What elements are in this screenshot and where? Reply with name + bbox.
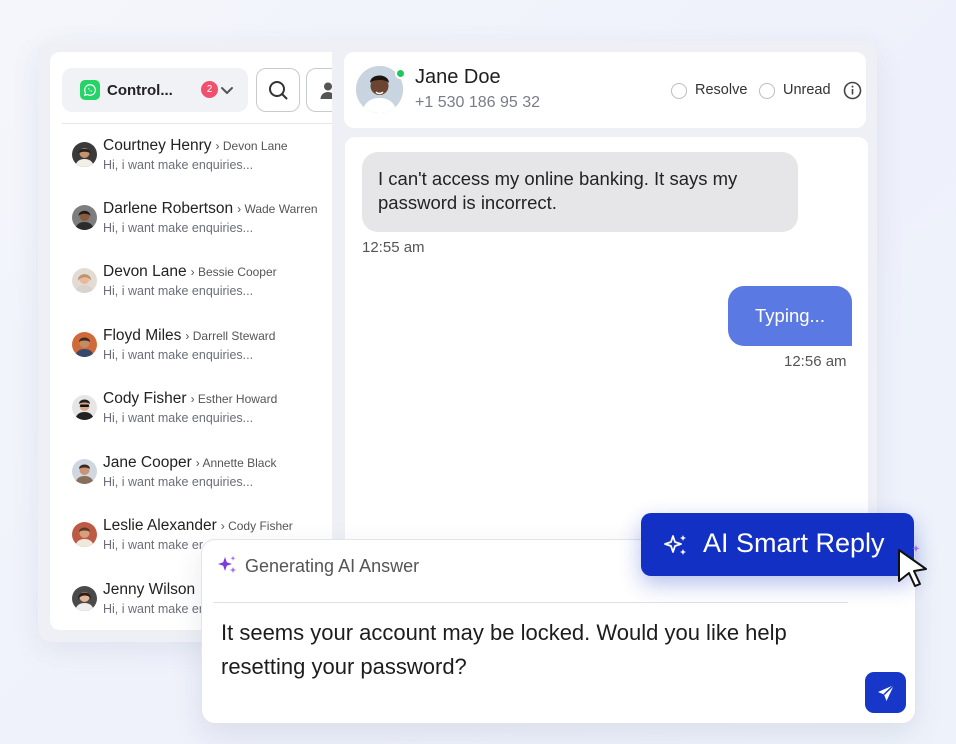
avatar <box>72 205 97 230</box>
whatsapp-icon <box>80 80 100 100</box>
online-status-indicator <box>395 68 406 79</box>
unread-count-badge: 2 <box>201 81 218 98</box>
sparkle-icon <box>215 554 239 578</box>
assignee-label: › Bessie Cooper <box>190 265 277 279</box>
resolve-label[interactable]: Resolve <box>695 82 747 98</box>
resolve-radio[interactable] <box>671 83 687 99</box>
outgoing-message-bubble: Typing... <box>728 286 852 346</box>
ai-smart-reply-button[interactable]: AI Smart Reply <box>641 513 914 576</box>
assignee-label: › Wade Warren <box>237 202 318 216</box>
contact-phone: +1 530 186 95 32 <box>415 94 541 111</box>
conversation-item[interactable]: Floyd Miles › Darrell Steward Hi, i want … <box>72 327 332 377</box>
message-preview: Hi, i want make enquiries... <box>103 348 254 362</box>
conversation-item[interactable]: Devon Lane › Bessie Cooper Hi, i want mak… <box>72 263 332 313</box>
message-preview: Hi, i want make enquiries... <box>103 411 254 425</box>
message-preview: Hi, i want make enquiries... <box>103 284 254 298</box>
message-timestamp: 12:56 am <box>784 353 847 370</box>
message-preview: Hi, i want make enquiries... <box>103 158 254 172</box>
send-button[interactable] <box>865 672 906 713</box>
incoming-message-bubble: I can't access my online banking. It say… <box>362 152 798 232</box>
reply-text-field[interactable]: It seems your account may be locked. Wou… <box>221 616 861 684</box>
conversation-item[interactable]: Courtney Henry › Devon Lane Hi, i want ma… <box>72 137 332 187</box>
search-icon <box>269 81 288 100</box>
contact-name: Leslie Alexander <box>103 517 217 534</box>
contact-name: Jenny Wilson <box>103 581 196 598</box>
user-filter-button[interactable] <box>306 68 332 112</box>
unread-radio[interactable] <box>759 83 775 99</box>
message-preview: Hi, i want make enquiries... <box>103 221 254 235</box>
conversation-item[interactable]: Cody Fisher › Esther Howard Hi, i want ma… <box>72 390 332 440</box>
conversation-item[interactable]: Darlene Robertson › Wade Warren Hi, i wan… <box>72 200 332 250</box>
sparkle-icon <box>663 532 689 558</box>
composer-divider <box>213 602 848 603</box>
unread-label[interactable]: Unread <box>783 82 831 98</box>
avatar <box>72 142 97 167</box>
avatar <box>72 459 97 484</box>
assignee-label: › Annette Black <box>195 456 277 470</box>
chevron-down-icon[interactable] <box>218 81 236 99</box>
assignee-label: › Devon Lane <box>215 139 288 153</box>
contact-name: Jane Cooper <box>103 454 192 471</box>
conversation-item[interactable]: Jane Cooper › Annette Black Hi, i want ma… <box>72 454 332 504</box>
avatar <box>72 395 97 420</box>
channel-selector[interactable]: Control... 2 <box>62 68 248 112</box>
assignee-label: › Esther Howard <box>190 392 278 406</box>
contact-name: Devon Lane <box>103 263 187 280</box>
sidebar-divider <box>62 123 332 124</box>
contact-name: Cody Fisher <box>103 390 187 407</box>
contact-name: Jane Doe <box>415 66 501 88</box>
send-icon <box>877 683 895 701</box>
mouse-cursor-icon <box>896 544 934 594</box>
contact-name: Darlene Robertson <box>103 200 234 217</box>
message-timestamp: 12:55 am <box>362 239 425 256</box>
ai-smart-reply-label: AI Smart Reply <box>703 528 885 558</box>
message-preview: Hi, i want make er <box>103 602 204 616</box>
avatar <box>72 268 97 293</box>
avatar <box>72 586 97 611</box>
message-preview: Hi, i want make enquiries... <box>103 475 254 489</box>
avatar <box>72 522 97 547</box>
avatar <box>72 332 97 357</box>
chat-header: Jane Doe +1 530 186 95 32 Resolve Unread <box>344 52 866 128</box>
contact-name: Floyd Miles <box>103 327 182 344</box>
channel-label: Control... <box>107 82 173 99</box>
user-icon <box>320 82 332 99</box>
search-button[interactable] <box>256 68 300 112</box>
contact-name: Courtney Henry <box>103 137 212 154</box>
assignee-label: › Cody Fisher <box>220 519 293 533</box>
message-preview: Hi, i want make er <box>103 538 204 552</box>
generating-status-label: Generating AI Answer <box>245 556 420 576</box>
info-icon[interactable] <box>843 81 862 100</box>
assignee-label: › Darrell Steward <box>185 329 276 343</box>
